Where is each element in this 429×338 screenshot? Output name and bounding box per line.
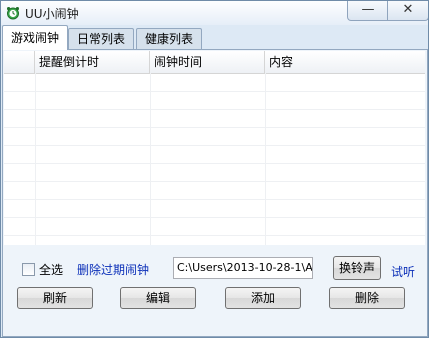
tab-label: 健康列表: [144, 32, 193, 46]
grid-line: [150, 73, 151, 245]
grid-line: [4, 181, 425, 182]
minimize-icon: —: [361, 2, 375, 17]
grid-line: [4, 127, 425, 128]
app-window: UU小闹钟 — ✕ 游戏闹钟 日常列表 健康列表 提醒倒计时 闹钟时间 内容 全…: [0, 0, 429, 338]
tab-label: 游戏闹钟: [10, 31, 59, 45]
preview-link[interactable]: 试听: [391, 263, 415, 280]
select-all-checkbox[interactable]: [22, 263, 35, 276]
column-header-alarm-time[interactable]: 闹钟时间: [150, 51, 265, 73]
sound-path-field[interactable]: C:\Users\2013-10-28-1\App: [173, 257, 313, 279]
list-header: 提醒倒计时 闹钟时间 内容: [4, 51, 425, 74]
refresh-button[interactable]: 刷新: [17, 287, 93, 309]
alarm-list[interactable]: 提醒倒计时 闹钟时间 内容: [4, 51, 425, 245]
close-icon: ✕: [402, 2, 414, 17]
column-header-select[interactable]: [4, 51, 35, 73]
change-sound-button[interactable]: 换铃声: [333, 256, 381, 280]
grid-line: [4, 217, 425, 218]
grid-line: [4, 145, 425, 146]
grid-line: [4, 163, 425, 164]
add-button[interactable]: 添加: [225, 287, 301, 309]
delete-expired-link[interactable]: 删除过期闹钟: [77, 261, 149, 278]
tab-panel: 提醒倒计时 闹钟时间 内容 全选 删除过期闹钟 C:\Users\2013-10…: [2, 49, 428, 337]
grid-line: [4, 235, 425, 236]
grid-line: [265, 73, 266, 245]
tab-bar: 游戏闹钟 日常列表 健康列表: [1, 25, 428, 50]
tab-label: 日常列表: [76, 32, 125, 46]
window-title: UU小闹钟: [25, 7, 79, 21]
title-bar[interactable]: UU小闹钟 — ✕: [1, 1, 428, 25]
alarm-clock-icon: [6, 6, 20, 20]
grid-line: [4, 109, 425, 110]
column-header-countdown[interactable]: 提醒倒计时: [35, 51, 150, 73]
close-button[interactable]: ✕: [387, 1, 428, 21]
delete-button[interactable]: 删除: [329, 287, 405, 309]
tab-health-list[interactable]: 健康列表: [136, 28, 202, 49]
tab-game-alarms[interactable]: 游戏闹钟: [2, 25, 68, 50]
grid-line: [4, 199, 425, 200]
edit-button[interactable]: 编辑: [120, 287, 196, 309]
tab-daily-list[interactable]: 日常列表: [68, 28, 134, 49]
minimize-button[interactable]: —: [347, 1, 389, 21]
grid-line: [4, 91, 425, 92]
select-all-label[interactable]: 全选: [39, 261, 63, 278]
grid-line: [35, 73, 36, 245]
column-header-content[interactable]: 内容: [265, 51, 425, 73]
